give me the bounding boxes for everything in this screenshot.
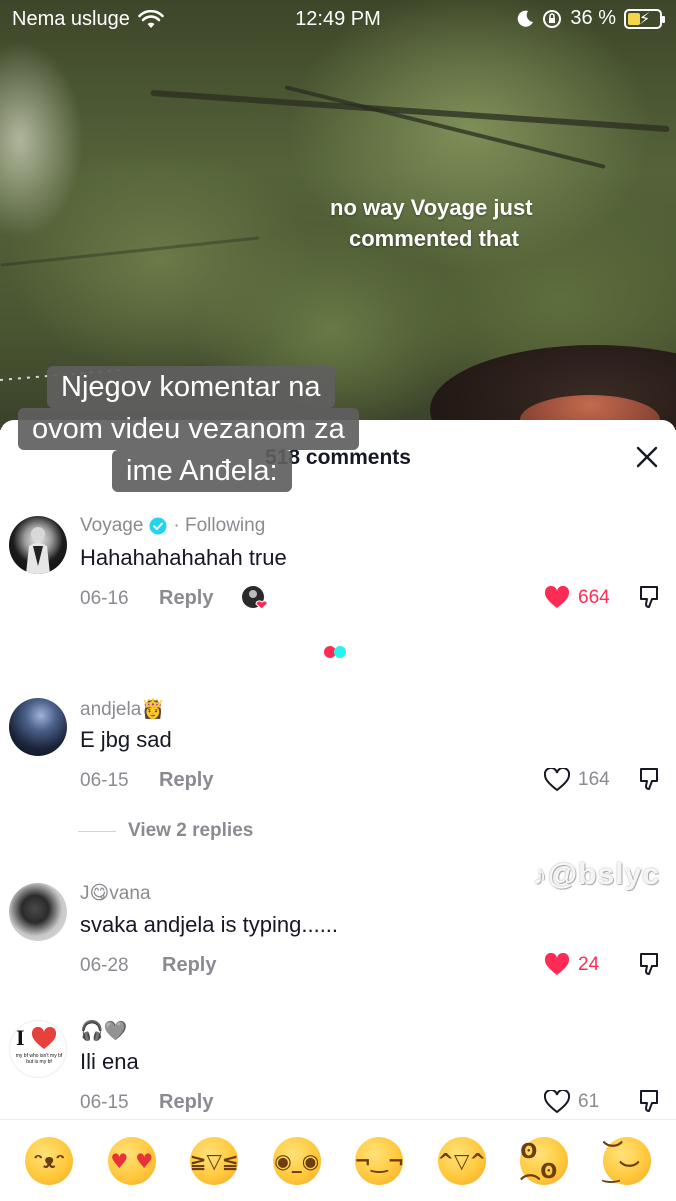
comments-panel: 518 comments Voyage · Following Hahahaha…: [0, 420, 676, 1201]
video-overlay-text: no way Voyage just commented that: [330, 195, 533, 251]
comment-text: svaka andjela is typing......: [80, 912, 339, 937]
close-button[interactable]: [632, 442, 662, 472]
moon-icon: [518, 10, 534, 27]
video-background[interactable]: no way Voyage just commented that: [0, 0, 676, 430]
like-button[interactable]: 164: [544, 768, 610, 792]
verified-badge-icon: [149, 517, 167, 535]
heart-outline-icon: [544, 768, 570, 792]
dislike-icon[interactable]: [638, 766, 664, 792]
close-icon: [636, 446, 658, 468]
creator-liked-avatar: [240, 584, 268, 612]
emoji-quick-bar: ᵔᴥᵔ ♥ ♥ ≧▽≦ ◉_◉ ¬‿¬ ^▽^ ʘ︵ʘ ︶‿︶: [0, 1119, 676, 1201]
tiktok-watermark: ♪@bslyc: [533, 858, 660, 891]
avatar[interactable]: I my bf who isn't my bf but is my bf: [9, 1020, 67, 1078]
like-count: 664: [578, 587, 610, 608]
reply-button[interactable]: Reply: [159, 1091, 213, 1114]
like-button[interactable]: 664: [544, 586, 610, 610]
comment-date: 06-15: [80, 770, 129, 791]
grinning-sweat-emoji[interactable]: ^▽^: [437, 1136, 486, 1185]
string-lights: [0, 369, 120, 381]
divider: [78, 830, 116, 832]
orientation-lock-icon: [543, 9, 562, 28]
view-replies-button[interactable]: View 2 replies: [78, 820, 253, 842]
smiling-face-with-hearts-emoji[interactable]: ♥ ♥: [107, 1136, 156, 1185]
battery-percent: 36 %: [570, 7, 616, 29]
comment-text: Ili ena: [80, 1049, 139, 1074]
username-text: Voyage: [80, 515, 144, 536]
comment-username[interactable]: Voyage · Following: [80, 515, 265, 537]
flushed-face-emoji[interactable]: ◉_◉: [272, 1136, 321, 1185]
comment-username[interactable]: 🎧🩶: [80, 1019, 127, 1043]
heart-filled-icon: [544, 953, 570, 975]
like-count: 61: [578, 1091, 600, 1112]
comment-date: 06-15: [80, 1092, 129, 1113]
avatar[interactable]: [9, 883, 67, 941]
view-replies-label: View 2 replies: [128, 820, 254, 841]
comments-count-title: 518 comments: [265, 446, 411, 469]
dislike-icon[interactable]: [638, 1088, 664, 1114]
reply-button[interactable]: Reply: [162, 954, 216, 977]
relieved-face-emoji[interactable]: ︶‿︶: [602, 1136, 651, 1185]
comment-text: E jbg sad: [80, 727, 172, 752]
person-silhouette: [26, 527, 50, 574]
pleading-face-emoji[interactable]: ʘ︵ʘ: [520, 1136, 569, 1185]
like-count: 24: [578, 954, 600, 975]
status-bar: Nema usluge 12:49 PM 36 % ⚡: [0, 0, 676, 38]
avatar[interactable]: [9, 698, 67, 756]
heart-icon: [31, 1027, 57, 1049]
like-count: 164: [578, 769, 610, 790]
reply-button[interactable]: Reply: [159, 587, 213, 610]
comment-username[interactable]: J😋vana: [80, 882, 151, 905]
battery-icon: ⚡: [624, 8, 665, 29]
like-button[interactable]: 61: [544, 1090, 599, 1114]
avatar[interactable]: [9, 516, 67, 574]
like-button[interactable]: 24: [544, 953, 599, 977]
heart-outline-icon: [544, 1090, 570, 1114]
heart-filled-icon: [544, 586, 570, 608]
avatar-letter: I: [16, 1025, 25, 1050]
comment-date: 06-16: [80, 588, 129, 609]
loading-indicator: [324, 646, 346, 658]
comment-username[interactable]: andjela👸: [80, 697, 165, 721]
tears-of-joy-emoji[interactable]: ≧▽≦: [190, 1136, 239, 1185]
dislike-icon[interactable]: [638, 951, 664, 977]
following-label: · Following: [173, 515, 266, 536]
reply-button[interactable]: Reply: [159, 769, 213, 792]
grinning-face-emoji[interactable]: ᵔᴥᵔ: [25, 1136, 74, 1185]
avatar-caption: my bf who isn't my bf but is my bf: [15, 1053, 63, 1065]
dislike-icon[interactable]: [638, 584, 664, 610]
smirking-face-emoji[interactable]: ¬‿¬: [354, 1136, 404, 1185]
comment-text: Hahahahahahah true: [80, 545, 287, 570]
comment-date: 06-28: [80, 955, 129, 976]
